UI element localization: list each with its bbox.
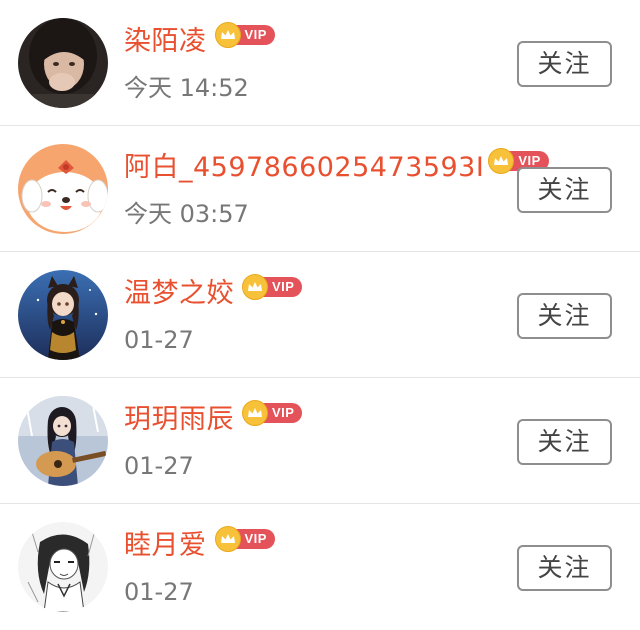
name-line: 温梦之姣 VIP: [124, 274, 303, 314]
vip-badge: VIP: [242, 274, 303, 300]
name-line: 染陌凌 VIP: [124, 22, 275, 62]
list-item[interactable]: 染陌凌 VIP 今天 14:52 关注: [0, 0, 640, 126]
photo-girl-avatar-icon: [18, 18, 108, 108]
timestamp: 今天 14:52: [124, 74, 249, 102]
vip-label: VIP: [262, 277, 303, 297]
vip-badge: VIP: [214, 22, 275, 48]
avatar[interactable]: [18, 270, 108, 360]
timestamp: 01-27: [124, 452, 194, 480]
vip-label: VIP: [234, 529, 275, 549]
follow-button[interactable]: 关注: [517, 545, 612, 591]
name-line: 玥玥雨辰 VIP: [124, 400, 303, 440]
avatar[interactable]: [18, 396, 108, 486]
crown-icon: [242, 274, 268, 300]
avatar[interactable]: [18, 522, 108, 612]
avatar[interactable]: [18, 144, 108, 234]
crown-icon: [242, 400, 268, 426]
vip-badge: VIP: [242, 400, 303, 426]
name-line: 阿白_4597866025473593I VIP: [124, 148, 549, 188]
anime-guitar-girl-icon: [18, 396, 108, 486]
user-name[interactable]: 染陌凌: [124, 22, 207, 62]
name-line: 睦月爱 VIP: [124, 526, 275, 566]
list-item[interactable]: 睦月爱 VIP 01-27 关注: [0, 504, 640, 630]
vip-label: VIP: [234, 25, 275, 45]
timestamp: 01-27: [124, 578, 194, 606]
user-name[interactable]: 玥玥雨辰: [124, 400, 234, 440]
follower-list: 染陌凌 VIP 今天 14:52 关注 阿白_4597866025473593I…: [0, 0, 640, 626]
avatar[interactable]: [18, 18, 108, 108]
list-item[interactable]: 温梦之姣 VIP 01-27 关注: [0, 252, 640, 378]
timestamp: 今天 03:57: [124, 200, 249, 228]
vip-label: VIP: [262, 403, 303, 423]
list-item[interactable]: 玥玥雨辰 VIP 01-27 关注: [0, 378, 640, 504]
user-name[interactable]: 温梦之姣: [124, 274, 234, 314]
manga-sketch-icon: [18, 522, 108, 612]
follow-button[interactable]: 关注: [517, 419, 612, 465]
crown-icon: [214, 526, 241, 552]
user-name[interactable]: 睦月爱: [124, 526, 207, 566]
list-item[interactable]: 阿白_4597866025473593I VIP 今天 03:57 关注: [0, 126, 640, 252]
cartoon-dog-icon: [18, 144, 108, 234]
follow-button[interactable]: 关注: [517, 167, 612, 213]
vip-badge: VIP: [214, 526, 275, 552]
follow-button[interactable]: 关注: [517, 41, 612, 87]
user-name[interactable]: 阿白_4597866025473593I: [124, 148, 484, 188]
timestamp: 01-27: [124, 326, 194, 354]
anime-catgirl-icon: [18, 270, 108, 360]
follow-button[interactable]: 关注: [517, 293, 612, 339]
crown-icon: [214, 22, 241, 48]
